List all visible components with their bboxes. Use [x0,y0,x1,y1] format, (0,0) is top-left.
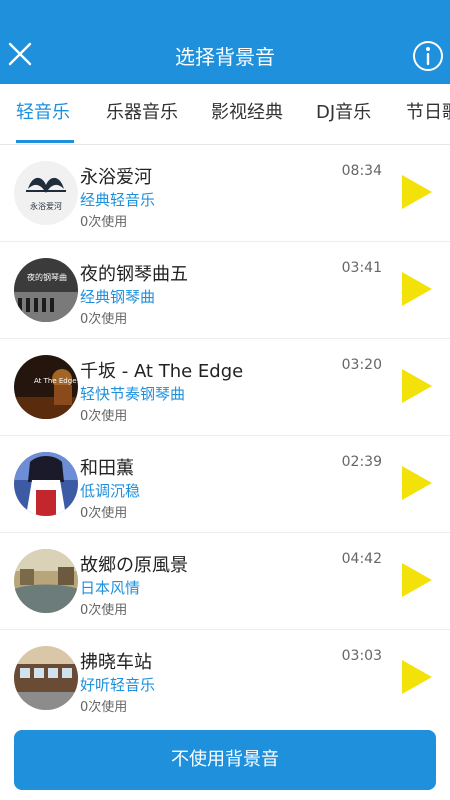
play-icon[interactable] [402,563,432,597]
duration: 03:20 [341,357,382,373]
no-background-music-button[interactable]: 不使用背景音 [14,730,436,790]
use-count: 0次使用 [80,312,128,327]
footer: 不使用背景音 [0,724,450,800]
duration: 08:34 [341,163,382,179]
list-item[interactable]: 故郷の原風景 日本风情 0次使用 04:42 [0,533,450,630]
use-count: 0次使用 [80,506,128,521]
song-cover: 夜的钢琴曲 [14,258,78,322]
song-title: 拂晓车站 [80,652,152,673]
duration: 02:39 [341,454,382,470]
play-icon[interactable] [402,369,432,403]
song-title: 永浴爱河 [80,167,152,188]
song-title: 千坂 - At The Edge [80,361,244,382]
page-title: 选择背景音 [175,45,275,69]
use-count: 0次使用 [80,603,128,618]
tab-instrumental[interactable]: 乐器音乐 [106,84,178,144]
list-item[interactable]: 拂晓车站 好听轻音乐 0次使用 03:03 [0,630,450,725]
tab-light-music[interactable]: 轻音乐 [16,84,70,144]
tab-dj-music[interactable]: DJ音乐 [316,84,371,144]
song-title: 和田薫 [80,458,134,479]
song-cover [14,549,78,613]
duration: 03:03 [341,648,382,664]
tab-film-classics[interactable]: 影视经典 [211,84,283,144]
play-icon[interactable] [402,272,432,306]
list-item[interactable]: 和田薫 低调沉稳 0次使用 02:39 [0,436,450,533]
use-count: 0次使用 [80,700,128,715]
song-category: 日本风情 [80,579,141,597]
song-category: 经典轻音乐 [80,191,156,209]
duration: 04:42 [341,551,382,567]
cover-text: 夜的钢琴曲 [27,272,67,282]
song-category: 轻快节奏钢琴曲 [80,385,186,403]
use-count: 0次使用 [80,409,128,424]
song-cover [14,646,78,710]
song-cover [14,452,78,516]
song-title: 夜的钢琴曲五 [80,264,188,285]
song-title: 故郷の原風景 [80,555,188,576]
song-cover: At The Edge [14,355,78,419]
list-item[interactable]: 夜的钢琴曲 夜的钢琴曲五 经典钢琴曲 0次使用 03:41 [0,242,450,339]
active-tab-indicator [16,140,74,143]
song-category: 经典钢琴曲 [80,288,156,306]
song-category: 低调沉稳 [80,482,141,500]
category-tabs: 轻音乐 乐器音乐 影视经典 DJ音乐 节日歌 [0,84,450,145]
song-cover: 永浴爱河 [14,161,78,225]
list-item[interactable]: At The Edge 千坂 - At The Edge 轻快节奏钢琴曲 0次使… [0,339,450,436]
use-count: 0次使用 [80,215,128,230]
duration: 03:41 [341,260,382,276]
tab-holiday-songs[interactable]: 节日歌 [406,84,450,144]
song-category: 好听轻音乐 [80,676,156,694]
info-icon[interactable] [412,40,444,72]
top-bar: 选择背景音 [0,0,450,84]
list-item[interactable]: 永浴爱河 永浴爱河 经典轻音乐 0次使用 08:34 [0,145,450,242]
cover-text: At The Edge [34,377,77,385]
play-icon[interactable] [402,175,432,209]
cover-text: 永浴爱河 [30,201,62,211]
app-root: 选择背景音 轻音乐 乐器音乐 影视经典 DJ音乐 节日歌 永浴爱河 [0,0,450,800]
play-icon[interactable] [402,660,432,694]
song-list: 永浴爱河 永浴爱河 经典轻音乐 0次使用 08:34 夜的钢琴曲 夜的钢琴曲五 … [0,145,450,725]
play-icon[interactable] [402,466,432,500]
